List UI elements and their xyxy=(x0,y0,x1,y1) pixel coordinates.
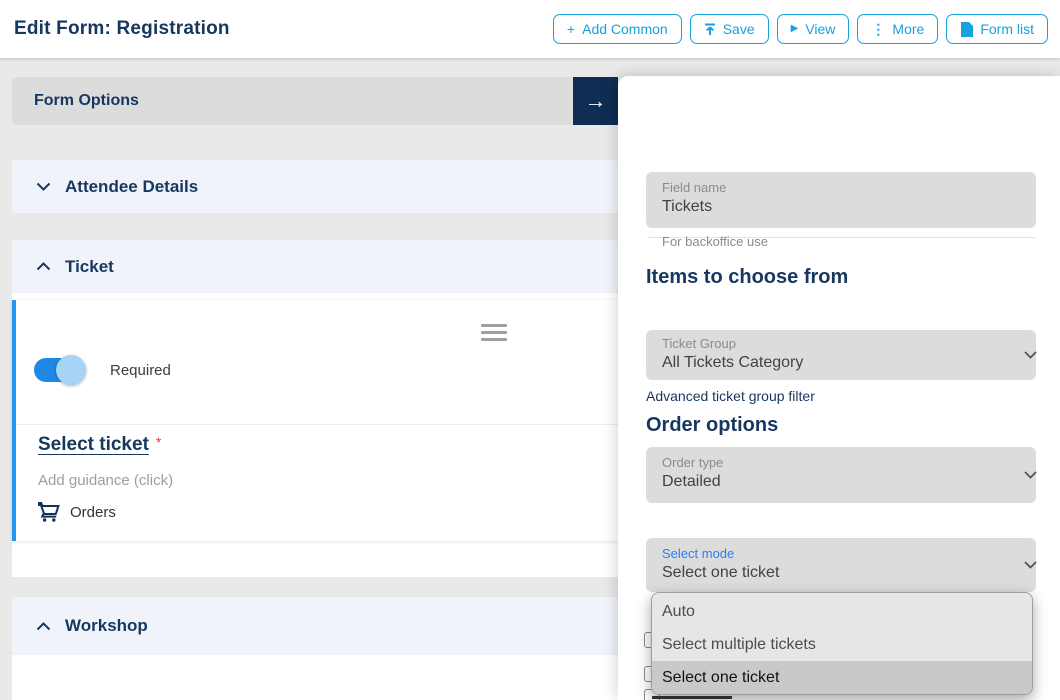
required-asterisk: * xyxy=(156,434,161,450)
play-icon: ▶ xyxy=(791,24,799,34)
add-common-label: Add Common xyxy=(582,21,668,37)
upload-icon xyxy=(704,23,716,36)
order-type-value: Detailed xyxy=(662,473,721,491)
chevron-up-icon xyxy=(36,262,51,271)
form-list-label: Form list xyxy=(980,21,1034,37)
add-guidance-link[interactable]: Add guidance (click) xyxy=(38,472,173,489)
save-label: Save xyxy=(723,21,755,37)
form-list-button[interactable]: Form list xyxy=(946,14,1048,44)
ticket-section-body: Required Select ticket * Add guidance (cl… xyxy=(12,293,618,577)
top-bar: Edit Form: Registration + Add Common Sav… xyxy=(0,0,1060,58)
select-mode-dropdown: Auto Select multiple tickets Select one … xyxy=(651,592,1033,695)
required-toggle[interactable] xyxy=(34,358,80,382)
field-title-link[interactable]: Select ticket xyxy=(38,434,149,455)
form-options-bar: Form Options → xyxy=(12,77,618,125)
divider xyxy=(16,424,618,425)
document-icon xyxy=(960,22,973,37)
option-select-one-ticket[interactable]: Select one ticket xyxy=(652,661,1032,694)
section-workshop[interactable]: Workshop xyxy=(12,597,618,655)
option-select-multiple-tickets[interactable]: Select multiple tickets xyxy=(652,628,1032,661)
toolbar: + Add Common Save ▶ View ⋮ More xyxy=(553,0,1048,58)
add-common-button[interactable]: + Add Common xyxy=(553,14,682,44)
order-options-heading: Order options xyxy=(646,414,778,437)
plus-icon: + xyxy=(567,22,575,36)
ticket-group-value: All Tickets Category xyxy=(662,354,803,372)
advanced-filter-link[interactable]: Advanced ticket group filter xyxy=(646,388,815,404)
page-title: Edit Form: Registration xyxy=(14,18,230,40)
select-mode-select[interactable]: Select mode Select one ticket xyxy=(646,538,1036,592)
obscured-text-fragment xyxy=(652,696,732,699)
toggle-knob xyxy=(56,355,86,385)
required-label: Required xyxy=(110,362,171,379)
items-heading: Items to choose from xyxy=(646,266,848,289)
section-label: Attendee Details xyxy=(65,177,198,197)
select-mode-value: Select one ticket xyxy=(662,564,779,582)
form-options-title: Form Options xyxy=(34,77,139,125)
orders-label: Orders xyxy=(70,504,116,521)
chevron-down-icon xyxy=(36,182,51,191)
kebab-icon: ⋮ xyxy=(871,22,885,36)
select-mode-label: Select mode xyxy=(662,546,734,561)
field-name-input[interactable]: Field name Tickets xyxy=(646,172,1036,228)
collapse-panel-button[interactable]: → xyxy=(573,77,618,125)
ticket-group-select[interactable]: Ticket Group All Tickets Category xyxy=(646,330,1036,380)
view-label: View xyxy=(805,21,835,37)
order-type-select[interactable]: Order type Detailed xyxy=(646,447,1036,503)
field-name-value: Tickets xyxy=(662,198,712,216)
orders-row: Orders xyxy=(38,502,116,522)
workshop-section-body xyxy=(12,655,618,700)
chevron-up-icon xyxy=(36,622,51,631)
field-label-row: Select ticket * xyxy=(38,434,161,456)
section-label: Workshop xyxy=(65,616,148,636)
more-label: More xyxy=(892,21,924,37)
cart-icon xyxy=(38,502,60,522)
option-auto[interactable]: Auto xyxy=(652,595,1032,628)
arrow-right-icon: → xyxy=(585,90,607,112)
section-ticket[interactable]: Ticket xyxy=(12,240,618,293)
field-name-label: Field name xyxy=(662,180,726,195)
ticket-group-label: Ticket Group xyxy=(662,336,736,351)
save-button[interactable]: Save xyxy=(690,14,769,44)
more-button[interactable]: ⋮ More xyxy=(857,14,938,44)
field-name-helper: For backoffice use xyxy=(662,234,768,249)
required-toggle-row: Required xyxy=(34,358,171,382)
drag-handle-icon[interactable] xyxy=(481,324,507,341)
section-label: Ticket xyxy=(65,257,114,277)
view-button[interactable]: ▶ View xyxy=(777,14,850,44)
order-type-label: Order type xyxy=(662,455,723,470)
section-attendee-details[interactable]: Attendee Details xyxy=(12,160,618,213)
ticket-field-card[interactable]: Required Select ticket * Add guidance (cl… xyxy=(12,300,618,541)
